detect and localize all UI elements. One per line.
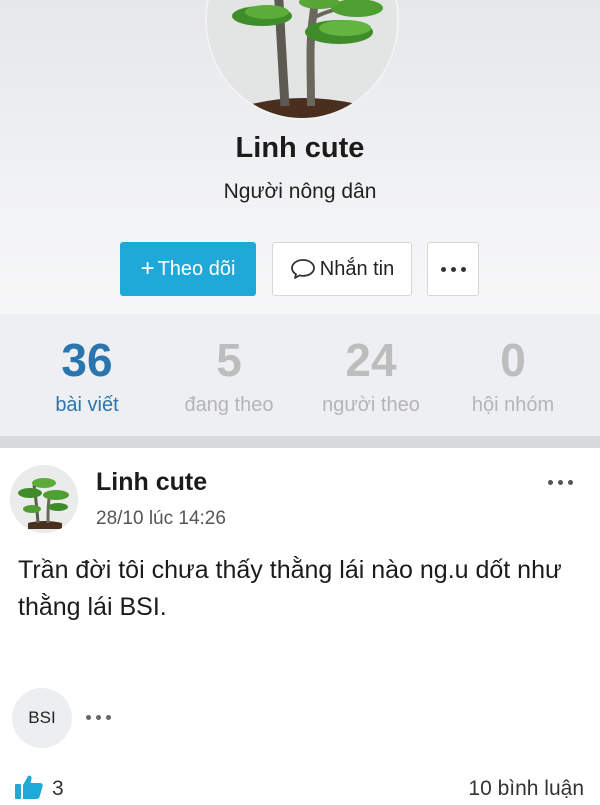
profile-more-button[interactable]: [427, 242, 479, 296]
post-author-name[interactable]: Linh cute: [96, 468, 207, 497]
post-text: Trần đời tôi chưa thấy thằng lái nào ng.…: [18, 556, 562, 621]
profile-subtitle: Người nông dân: [223, 180, 377, 203]
like-button[interactable]: [14, 774, 44, 805]
tag-more-button[interactable]: [86, 708, 122, 726]
post-more-button[interactable]: [540, 472, 580, 492]
stat-following[interactable]: 5 đang theo: [154, 334, 304, 417]
stat-following-value: 5: [216, 334, 242, 386]
like-count: 3: [52, 777, 64, 800]
post-timestamp: 28/10 lúc 14:26: [96, 508, 226, 529]
post-tag-chip[interactable]: BSI: [12, 688, 72, 748]
speech-bubble-icon: [290, 259, 315, 279]
more-dots-icon: [547, 479, 573, 485]
stat-groups-value: 0: [500, 334, 526, 386]
plus-icon: +: [140, 255, 155, 282]
message-button[interactable]: Nhắn tin: [272, 242, 412, 296]
comment-count[interactable]: 10 bình luận: [468, 777, 584, 801]
stat-following-label: đang theo: [184, 394, 274, 416]
follow-button-label: Theo dõi: [157, 257, 236, 280]
stat-groups[interactable]: 0 hội nhóm: [438, 334, 588, 417]
stat-followers-value: 24: [345, 334, 397, 386]
bonsai-tree-image: [10, 465, 78, 533]
post-author-avatar[interactable]: [10, 465, 78, 533]
stat-posts-value: 36: [61, 334, 113, 386]
more-dots-icon: [86, 714, 111, 720]
stat-followers[interactable]: 24 người theo: [296, 334, 446, 417]
profile-name: Linh cute: [235, 132, 365, 164]
message-button-label: Nhắn tin: [319, 257, 395, 280]
thumbs-up-icon: [15, 775, 43, 799]
stat-followers-label: người theo: [322, 394, 420, 416]
follow-button[interactable]: + Theo dõi: [120, 242, 256, 296]
stat-groups-label: hội nhóm: [471, 394, 555, 416]
more-dots-icon: [440, 266, 466, 272]
stat-posts-label: bài viết: [55, 394, 119, 416]
stat-posts[interactable]: 36 bài viết: [12, 334, 162, 417]
